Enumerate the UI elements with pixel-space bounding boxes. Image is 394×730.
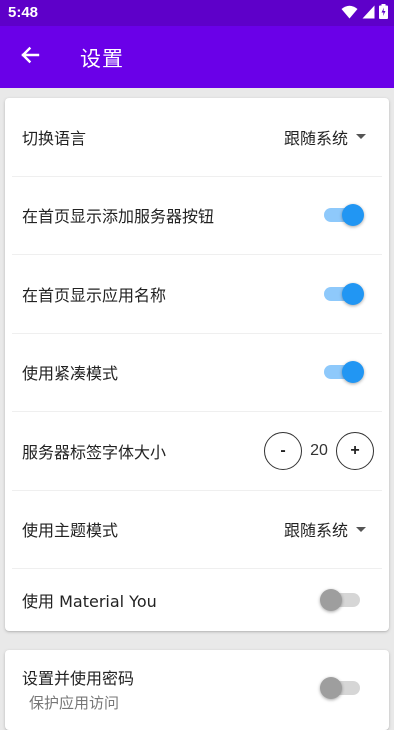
language-label: 切换语言 xyxy=(22,128,87,148)
status-icons xyxy=(341,3,388,23)
show-app-name-label: 在首页显示应用名称 xyxy=(22,285,167,305)
increment-button[interactable]: + xyxy=(336,431,374,470)
toggle-thumb xyxy=(342,282,364,305)
status-bar: 5:48 xyxy=(0,0,394,26)
compact-mode-label: 使用紧凑模式 xyxy=(22,364,119,384)
toggle-thumb xyxy=(342,204,364,227)
password-label: 设置并使用密码 xyxy=(22,669,135,688)
language-value: 跟随系统 xyxy=(283,128,348,148)
password-sublabel: 保护应用访问 xyxy=(29,694,120,712)
language-dropdown[interactable]: 跟随系统 xyxy=(284,125,366,149)
show-add-server-button-toggle[interactable] xyxy=(322,203,364,227)
show-add-server-button-label: 在首页显示添加服务器按钮 xyxy=(22,207,215,227)
compact-mode-toggle[interactable] xyxy=(322,360,364,384)
toggle-thumb xyxy=(320,589,342,611)
chevron-down-icon xyxy=(356,134,366,140)
theme-mode-row[interactable]: 使用主题模式 跟随系统 xyxy=(12,491,382,569)
theme-mode-value: 跟随系统 xyxy=(283,521,348,541)
toggle-thumb xyxy=(320,677,342,699)
language-setting-row[interactable]: 切换语言 跟随系统 xyxy=(12,98,382,177)
show-app-name-toggle[interactable] xyxy=(322,282,364,306)
compact-mode-row[interactable]: 使用紧凑模式 xyxy=(12,334,382,412)
back-button[interactable] xyxy=(14,41,46,73)
wifi-icon xyxy=(341,4,358,23)
password-row[interactable]: 设置并使用密码 保护应用访问 xyxy=(12,650,382,730)
show-add-server-button-row[interactable]: 在首页显示添加服务器按钮 xyxy=(12,177,382,255)
app-bar: 设置 xyxy=(0,26,394,88)
server-label-font-size-row: 服务器标签字体大小 - 20 + xyxy=(12,412,382,491)
signal-icon xyxy=(362,4,375,23)
show-app-name-row[interactable]: 在首页显示应用名称 xyxy=(12,255,382,334)
settings-card: 切换语言 跟随系统 在首页显示添加服务器按钮 在首页显示应用名称 使用紧凑模式 … xyxy=(5,98,389,631)
material-you-label: 使用 Material You xyxy=(22,592,157,611)
page-title: 设置 xyxy=(80,47,124,71)
arrow-left-icon xyxy=(20,45,40,69)
decrement-button[interactable]: - xyxy=(264,431,302,470)
battery-charging-icon xyxy=(379,3,388,23)
status-time: 5:48 xyxy=(8,4,39,21)
password-toggle[interactable] xyxy=(320,676,362,700)
material-you-row[interactable]: 使用 Material You xyxy=(12,569,382,631)
server-label-font-size-label: 服务器标签字体大小 xyxy=(22,442,167,462)
font-size-stepper: - 20 + xyxy=(264,431,374,470)
toggle-thumb xyxy=(342,361,364,384)
security-card: 设置并使用密码 保护应用访问 xyxy=(5,650,389,730)
font-size-value: 20 xyxy=(310,441,328,459)
theme-mode-dropdown[interactable]: 跟随系统 xyxy=(284,517,366,541)
material-you-toggle[interactable] xyxy=(320,588,362,612)
theme-mode-label: 使用主题模式 xyxy=(22,521,119,541)
chevron-down-icon xyxy=(356,526,366,532)
